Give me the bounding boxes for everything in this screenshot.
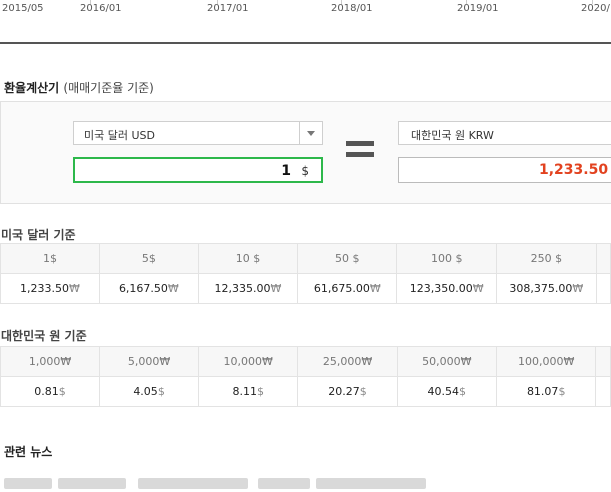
cell-value: 12,335.00 [214,282,271,295]
table-header-cell [595,243,611,274]
chevron-down-icon[interactable] [299,122,322,144]
from-amount-value: 1 [281,163,291,179]
table-cell: 123,350.00₩ [396,273,498,304]
calculator-subtitle: (매매기준율 기준) [63,81,154,95]
table-header-cell: 250 $ [496,243,597,274]
table-cell: 1,233.50₩ [0,273,100,304]
calculator-title-text: 환율계산기 [4,81,60,95]
krw-conversion-table: 1,000₩ 5,000₩ 10,000₩ 25,000₩ 50,000₩ 10… [0,346,611,407]
currency-unit: ₩ [472,282,484,295]
axis-tick-label: 2019/01 [457,3,499,14]
table-header-cell: 1$ [0,243,100,274]
table-header-cell: 5,000₩ [99,346,200,377]
currency-unit: $ [459,385,467,398]
cell-value: 1,233.50 [20,282,69,295]
news-text-blurred [316,478,426,489]
table-header-row: 1,000₩ 5,000₩ 10,000₩ 25,000₩ 50,000₩ 10… [0,346,611,377]
from-currency-value: 미국 달러 USD [84,129,155,142]
table-header-cell: 25,000₩ [297,346,398,377]
axis-tick-label: 2015/05 [2,3,44,14]
news-text-blurred [258,478,310,489]
cell-value: 20.27 [328,385,360,398]
news-text-blurred [138,478,248,489]
chart-x-axis: 2015/05 2016/01 2017/01 2018/01 2019/01 … [0,0,611,44]
table-cell: 6,167.50₩ [98,273,199,304]
from-amount-input[interactable]: 1 $ [73,157,323,183]
table-cell: 12,335.00₩ [197,273,299,304]
cell-value: 81.07 [526,385,559,398]
table-cell: 4.05$ [99,376,200,407]
calculator-title: 환율계산기 (매매기준율 기준) [4,79,154,96]
usd-table-title: 미국 달러 기준 [1,228,76,242]
cell-value: 123,350.00 [409,282,473,295]
axis-tick-label: 2017/01 [207,3,249,14]
to-amount-output[interactable]: 1,233.50 [398,157,611,183]
table-header-cell: 5$ [98,243,199,274]
cell-value: 0.81 [34,385,59,398]
currency-unit: $ [58,385,66,398]
table-header-row: 1$ 5$ 10 $ 50 $ 100 $ 250 $ [0,243,611,274]
currency-unit: ₩ [270,282,282,295]
from-amount-unit: $ [301,164,309,178]
to-amount-value: 1,233.50 [539,162,609,178]
currency-unit: ₩ [369,282,381,295]
table-cell: 0.81$ [0,376,101,407]
table-cell: 20.27$ [297,376,398,407]
axis-tick-label: 2020/ [581,3,610,14]
table-header-cell: 50,000₩ [396,346,497,377]
currency-unit: ₩ [572,282,584,295]
table-header-cell [595,346,611,377]
table-cell: 81.07$ [495,376,597,407]
cell-value: 8.11 [232,385,257,398]
calculator-panel [0,101,611,204]
table-header-cell: 100,000₩ [495,346,597,377]
table-header-cell: 10 $ [197,243,299,274]
krw-table-title: 대한민국 원 기준 [1,329,87,343]
usd-conversion-table: 1$ 5$ 10 $ 50 $ 100 $ 250 $ 1,233.50₩ 6,… [0,243,611,304]
from-currency-select[interactable]: 미국 달러 USD [73,121,323,145]
news-text-blurred [4,478,52,489]
currency-unit: $ [558,385,566,398]
cell-value: 4.05 [133,385,158,398]
news-text-blurred [58,478,126,489]
table-header-cell: 1,000₩ [0,346,101,377]
news-section-title: 관련 뉴스 [4,445,53,459]
cell-value: 308,375.00 [509,282,573,295]
table-cell: 8.11$ [198,376,299,407]
currency-unit: $ [256,385,264,398]
cell-value: 61,675.00 [313,282,370,295]
currency-unit: $ [359,385,367,398]
currency-unit: $ [157,385,165,398]
cell-value: 40.54 [427,385,460,398]
table-cell: 40.54$ [396,376,497,407]
table-header-cell: 10,000₩ [198,346,299,377]
to-currency-select[interactable]: 대한민국 원 KRW [398,121,611,145]
cell-value: 6,167.50 [118,282,168,295]
currency-unit: ₩ [167,282,179,295]
table-cell [595,273,611,304]
table-header-cell: 100 $ [396,243,498,274]
to-currency-value: 대한민국 원 KRW [411,129,494,142]
news-list-item[interactable] [0,478,611,492]
axis-tick-label: 2018/01 [331,3,373,14]
table-cell: 61,675.00₩ [297,273,398,304]
table-cell: 308,375.00₩ [496,273,597,304]
equals-icon [346,141,374,159]
table-row: 0.81$ 4.05$ 8.11$ 20.27$ 40.54$ 81.07$ [0,376,611,407]
table-cell [595,376,611,407]
currency-unit: ₩ [69,282,80,295]
table-header-cell: 50 $ [297,243,398,274]
table-row: 1,233.50₩ 6,167.50₩ 12,335.00₩ 61,675.00… [0,273,611,304]
axis-tick-label: 2016/01 [80,3,122,14]
